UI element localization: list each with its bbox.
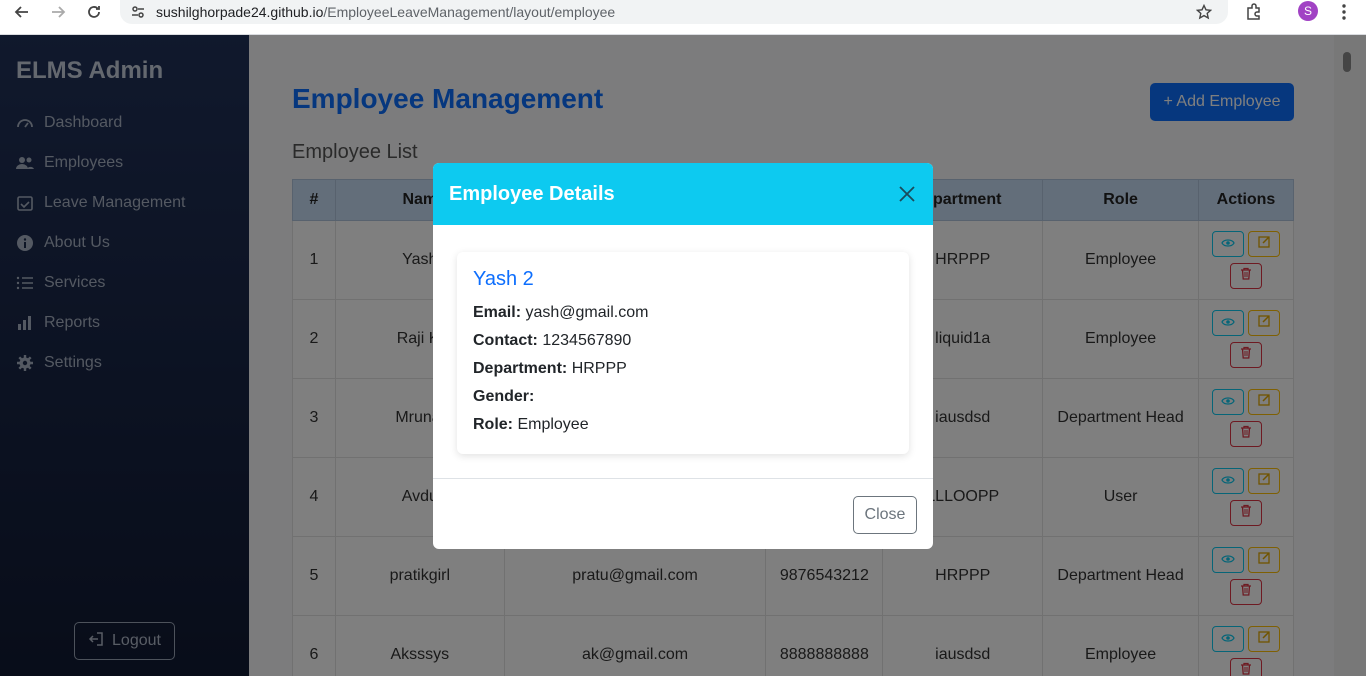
modal-footer: Close — [433, 478, 933, 549]
browser-toolbar: sushilghorpade24.github.io/EmployeeLeave… — [0, 0, 1366, 35]
detail-department: Department: HRPPP — [473, 360, 627, 377]
profile-avatar[interactable]: S — [1298, 1, 1318, 21]
detail-email: Email: yash@gmail.com — [473, 304, 649, 321]
reload-icon[interactable] — [84, 2, 104, 22]
detail-gender: Gender: — [473, 388, 535, 405]
more-menu-icon[interactable] — [1334, 2, 1354, 22]
forward-arrow-icon[interactable] — [48, 2, 68, 22]
detail-role: Role: Employee — [473, 416, 589, 433]
site-settings-icon[interactable] — [128, 2, 148, 22]
star-icon[interactable] — [1194, 2, 1214, 22]
close-button[interactable]: Close — [853, 496, 917, 534]
employee-card: Yash 2 Email: yash@gmail.com Contact: 12… — [457, 252, 909, 454]
close-icon[interactable] — [897, 184, 917, 204]
modal-title: Employee Details — [449, 182, 615, 205]
url-text[interactable]: sushilghorpade24.github.io/EmployeeLeave… — [156, 4, 615, 20]
employee-name: Yash 2 — [473, 268, 534, 290]
employee-details-modal: Employee Details Yash 2 Email: yash@gmai… — [433, 163, 933, 549]
extensions-icon[interactable] — [1244, 2, 1264, 22]
back-arrow-icon[interactable] — [12, 2, 32, 22]
modal-header: Employee Details — [433, 163, 933, 225]
detail-contact: Contact: 1234567890 — [473, 332, 632, 349]
